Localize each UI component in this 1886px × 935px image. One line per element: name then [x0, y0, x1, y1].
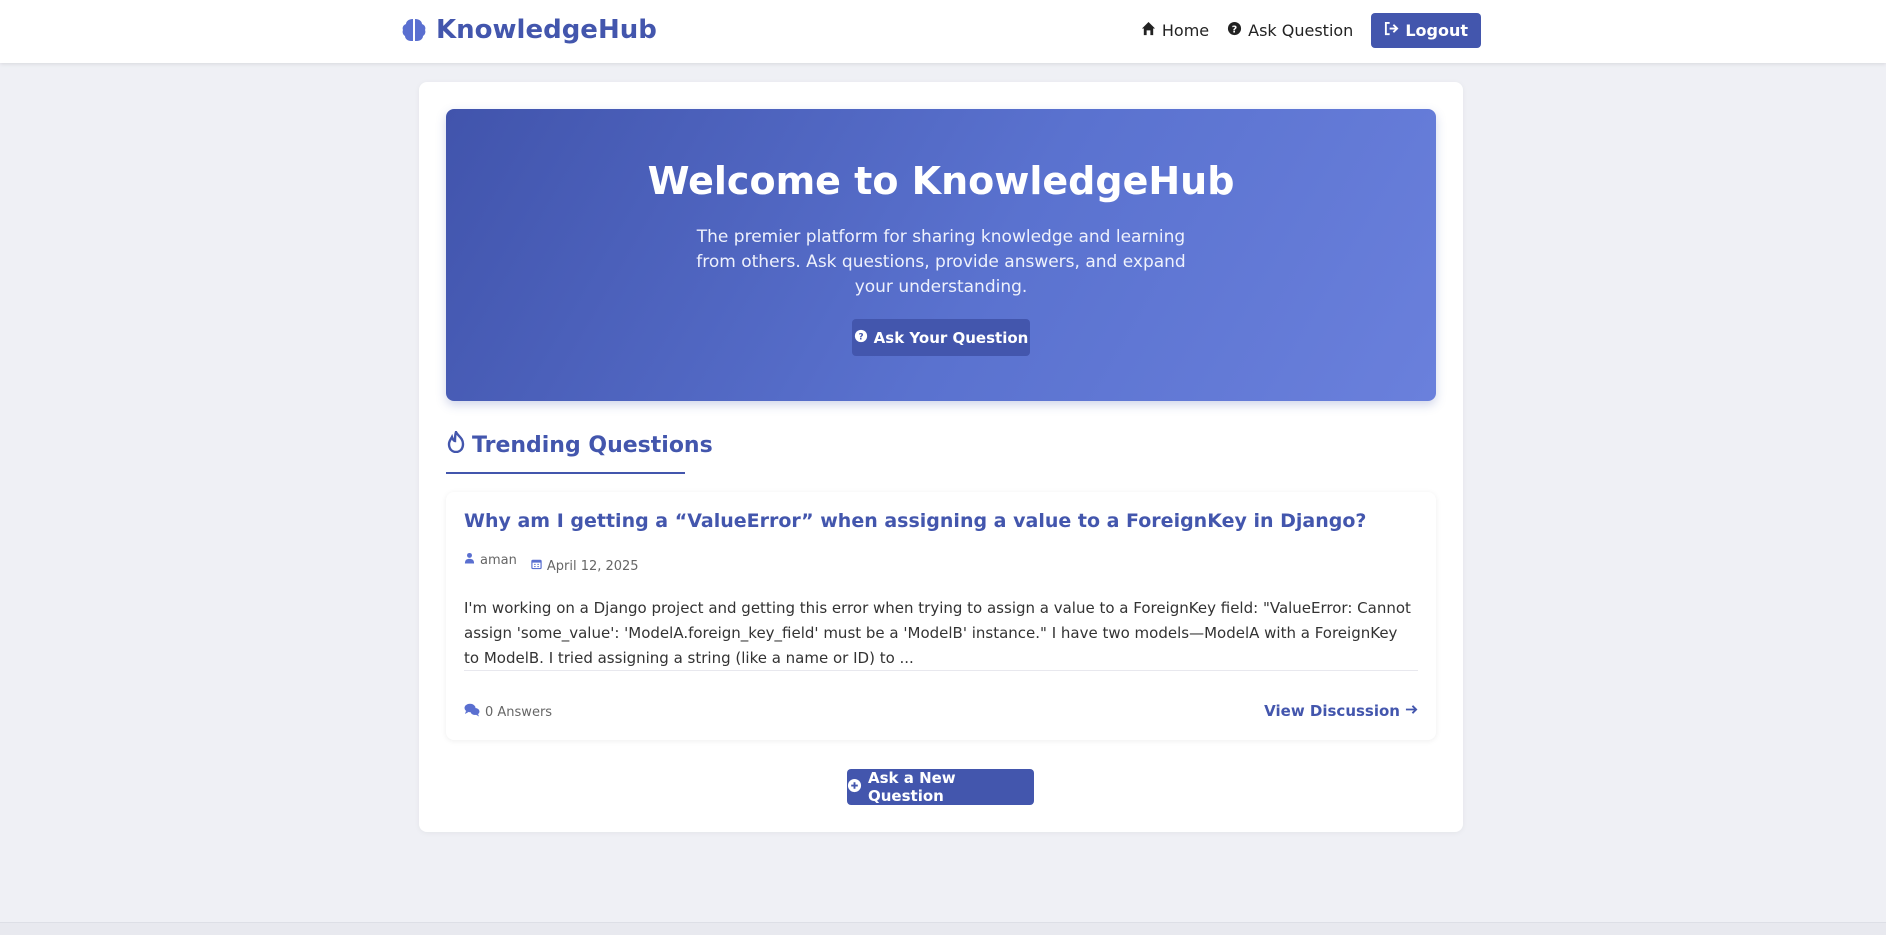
logout-button[interactable]: Logout [1371, 13, 1481, 48]
section-underline [446, 472, 685, 474]
nav-links: Home ? Ask Question Logout [1141, 13, 1481, 48]
plus-circle-icon [847, 778, 862, 797]
question-author-name: aman [480, 552, 517, 568]
main-card: Welcome to KnowledgeHub The premier plat… [419, 82, 1463, 832]
question-circle-icon: ? [1227, 21, 1242, 40]
hero-banner: Welcome to KnowledgeHub The premier plat… [446, 109, 1436, 401]
question-title[interactable]: Why am I getting a “ValueError” when ass… [464, 510, 1418, 532]
sign-out-icon [1384, 21, 1399, 40]
hero-title: Welcome to KnowledgeHub [647, 159, 1235, 203]
user-icon [464, 552, 475, 568]
ask-your-question-label: Ask Your Question [873, 328, 1029, 347]
brain-icon [400, 16, 428, 44]
question-meta: aman April 12, 2025 [464, 552, 639, 574]
fire-icon [446, 428, 466, 459]
nav-home-label: Home [1161, 21, 1210, 40]
nav-home-link[interactable]: Home [1141, 21, 1209, 40]
nav-ask-question-label: Ask Question [1248, 21, 1354, 40]
answer-count-text: 0 Answers [485, 704, 553, 720]
navbar: KnowledgeHub Home ? Ask Question Logout [0, 0, 1886, 63]
view-discussion-label: View Discussion [1264, 702, 1400, 720]
home-icon [1141, 21, 1156, 40]
ask-new-question-label: Ask a New Question [868, 769, 956, 805]
trending-heading-text: Trending Questions [472, 432, 713, 458]
svg-text:?: ? [1232, 24, 1237, 35]
question-circle-icon: ? [854, 329, 868, 347]
divider [464, 670, 1418, 671]
brand-logo[interactable]: KnowledgeHub [400, 13, 657, 47]
ask-your-question-button[interactable]: ? Ask Your Question [852, 319, 1030, 356]
footer-strip [0, 922, 1886, 935]
calendar-icon [531, 558, 542, 574]
nav-ask-question-link[interactable]: ? Ask Question [1227, 21, 1353, 40]
question-card: Why am I getting a “ValueError” when ass… [446, 492, 1436, 740]
view-discussion-link[interactable]: View Discussion [1264, 702, 1418, 720]
svg-text:?: ? [858, 332, 863, 342]
question-excerpt: I'm working on a Django project and gett… [464, 599, 1411, 667]
ask-new-question-button[interactable]: Ask a New Question [847, 769, 1034, 805]
question-author: aman [464, 552, 517, 568]
comments-icon [464, 703, 480, 721]
arrow-right-icon [1405, 702, 1418, 720]
question-date: April 12, 2025 [531, 558, 639, 574]
logout-label: Logout [1405, 21, 1468, 40]
hero-subtitle: The premier platform for sharing knowled… [696, 227, 1186, 297]
answer-count: 0 Answers [464, 703, 552, 721]
brand-name: KnowledgeHub [436, 15, 657, 45]
trending-heading: Trending Questions [446, 428, 713, 459]
question-date-text: April 12, 2025 [546, 558, 639, 574]
